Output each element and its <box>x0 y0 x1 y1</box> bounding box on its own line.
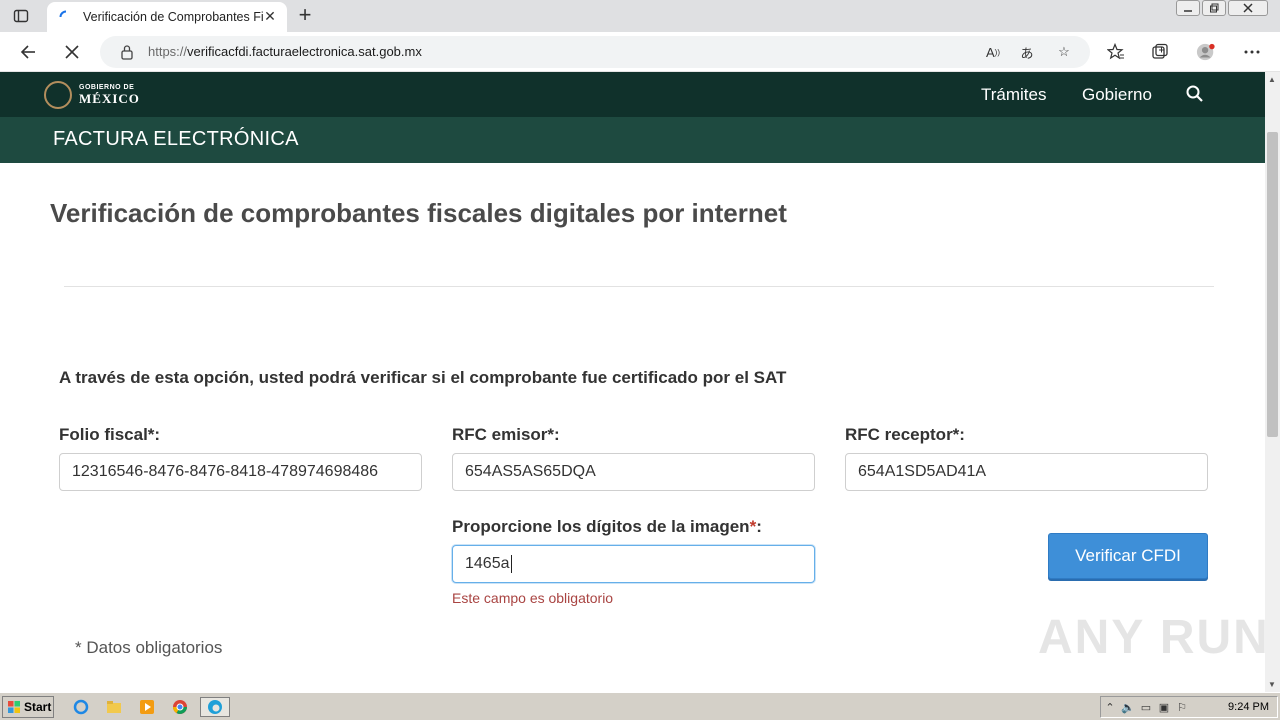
os-taskbar: Start ⌃ 🔈 ▭ ▣ ⚐ 9:24 PM <box>0 692 1280 720</box>
edge-icon[interactable] <box>200 697 230 717</box>
volume-icon[interactable]: 🔈 <box>1119 699 1137 715</box>
nav-link-gobierno[interactable]: Gobierno <box>1082 85 1152 105</box>
new-tab-icon[interactable]: + <box>294 4 316 27</box>
nav-link-tramites[interactable]: Trámites <box>981 85 1047 105</box>
rfc-receptor-label: RFC receptor*: <box>845 425 965 444</box>
site-header: GOBIERNO DE MÉXICO Trámites Gobierno <box>0 72 1265 117</box>
emblem-icon <box>44 81 72 109</box>
folio-fiscal-input[interactable]: 12316546-8476-8476-8418-478974698486 <box>59 453 422 491</box>
logo-line2: MÉXICO <box>79 90 140 106</box>
more-options-icon[interactable] <box>1242 42 1262 62</box>
verificar-cfdi-button[interactable]: Verificar CFDI <box>1048 533 1208 579</box>
window-controls <box>1176 0 1268 20</box>
scroll-thumb[interactable] <box>1267 132 1278 437</box>
tab-actions-icon[interactable] <box>12 7 30 25</box>
network-icon[interactable]: ▭ <box>1137 699 1155 715</box>
browser-toolbar: https://verificacfdi.facturaelectronica.… <box>0 32 1280 72</box>
rfc-emisor-label: RFC emisor*: <box>452 425 560 444</box>
system-tray: ⌃ 🔈 ▭ ▣ ⚐ 9:24 PM <box>1100 696 1278 718</box>
section-name[interactable]: FACTURA ELECTRÓNICA <box>53 128 299 151</box>
browser-tabstrip: Verificación de Comprobantes Fi ✕ + <box>0 0 1280 32</box>
clock[interactable]: 9:24 PM <box>1228 701 1269 713</box>
address-bar[interactable]: https://verificacfdi.facturaelectronica.… <box>100 36 1090 68</box>
file-explorer-icon[interactable] <box>103 697 125 717</box>
translate-icon[interactable]: あ <box>1018 43 1036 61</box>
captcha-input[interactable]: 1465a <box>452 545 815 583</box>
favorites-icon[interactable] <box>1106 42 1126 62</box>
section-bar: FACTURA ELECTRÓNICA <box>0 117 1265 163</box>
gobierno-logo[interactable]: GOBIERNO DE MÉXICO <box>44 81 140 109</box>
loading-icon <box>59 10 67 18</box>
internet-explorer-icon[interactable] <box>70 697 92 717</box>
start-button[interactable]: Start <box>2 696 54 718</box>
logo-line1: GOBIERNO DE <box>79 83 135 91</box>
close-window-icon[interactable] <box>1228 0 1268 16</box>
scroll-down-icon[interactable]: ▼ <box>1268 680 1276 689</box>
page-description: A través de esta opción, usted podrá ver… <box>59 368 787 387</box>
close-tab-icon[interactable]: ✕ <box>263 9 277 23</box>
security-icon[interactable]: ▣ <box>1155 699 1173 715</box>
browser-tab-active[interactable]: Verificación de Comprobantes Fi ✕ <box>47 2 287 32</box>
profile-avatar-icon[interactable] <box>1196 42 1216 62</box>
captcha-error-message: Este campo es obligatorio <box>452 590 614 606</box>
anyrun-watermark: ANY RUN <box>1038 611 1270 664</box>
page-title: Verificación de comprobantes fiscales di… <box>50 198 787 228</box>
lock-icon[interactable] <box>120 44 134 60</box>
tray-expand-icon[interactable]: ⌃ <box>1101 699 1119 715</box>
captcha-label: Proporcione los dígitos de la imagen*: <box>452 517 762 536</box>
restore-icon[interactable] <box>1202 0 1226 16</box>
media-player-icon[interactable] <box>136 697 158 717</box>
add-favorite-icon[interactable]: ☆ <box>1055 43 1073 61</box>
stop-loading-icon[interactable] <box>61 41 83 63</box>
required-fields-note: * Datos obligatorios <box>75 638 223 657</box>
windows-flag-icon <box>8 701 20 713</box>
tab-title: Verificación de Comprobantes Fi <box>83 10 264 24</box>
screen: Verificación de Comprobantes Fi ✕ + http… <box>0 0 1280 720</box>
rfc-emisor-input[interactable]: 654AS5AS65DQA <box>452 453 815 491</box>
back-arrow-icon[interactable] <box>17 41 39 63</box>
divider <box>64 286 1214 287</box>
search-icon[interactable] <box>1185 84 1205 104</box>
chrome-icon[interactable] <box>169 697 191 717</box>
folio-label: Folio fiscal*: <box>59 425 161 444</box>
flag-notification-icon[interactable]: ⚐ <box>1173 699 1191 715</box>
minimize-icon[interactable] <box>1176 0 1200 16</box>
rfc-receptor-input[interactable]: 654A1SD5AD41A <box>845 453 1208 491</box>
url-text[interactable]: https://verificacfdi.facturaelectronica.… <box>148 44 422 59</box>
scroll-up-icon[interactable]: ▲ <box>1268 75 1276 84</box>
read-aloud-icon[interactable]: A)) <box>984 43 1002 61</box>
collections-icon[interactable] <box>1150 42 1170 62</box>
vertical-scrollbar[interactable]: ▲ ▼ <box>1265 72 1280 692</box>
